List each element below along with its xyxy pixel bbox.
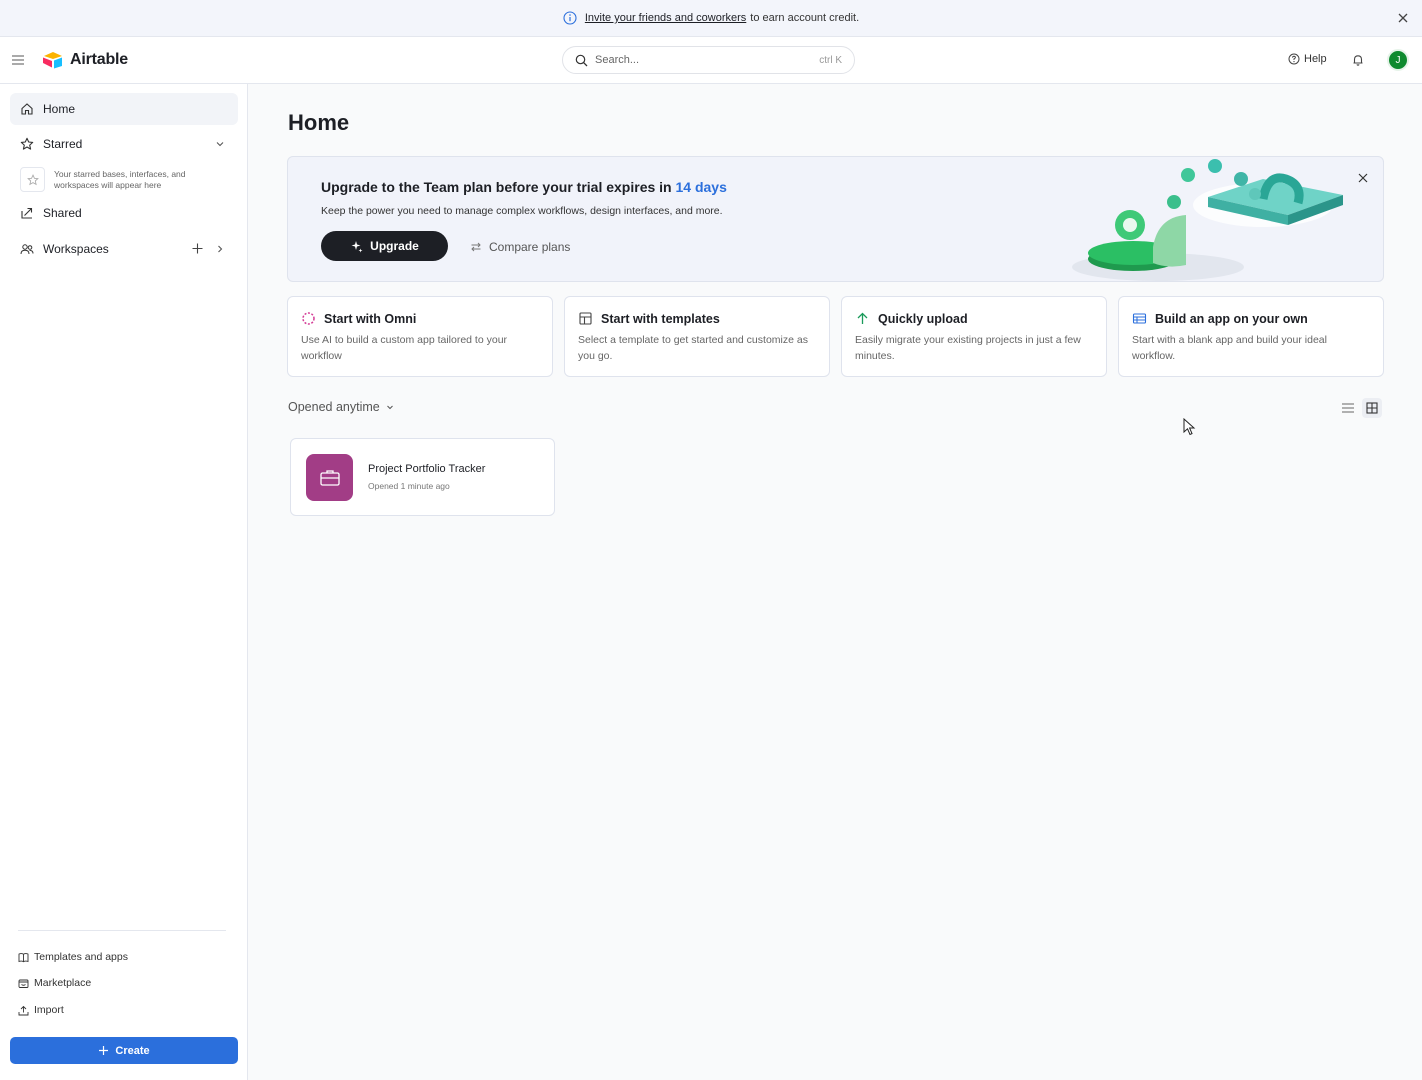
chevron-down-icon[interactable] bbox=[214, 138, 226, 150]
filter-label: Opened anytime bbox=[288, 400, 380, 414]
star-outline-icon bbox=[20, 167, 45, 192]
templates-label: Templates and apps bbox=[34, 951, 128, 963]
sidebar-item-shared[interactable]: Shared bbox=[10, 197, 238, 229]
create-button[interactable]: Create bbox=[10, 1037, 238, 1064]
brand-name: Airtable bbox=[70, 51, 128, 68]
grid-template-icon bbox=[578, 311, 593, 326]
sidebar-item-label: Starred bbox=[43, 137, 83, 151]
star-icon bbox=[20, 137, 34, 151]
card-title: Start with Omni bbox=[324, 311, 417, 326]
card-title: Quickly upload bbox=[878, 311, 968, 326]
share-icon bbox=[20, 206, 34, 220]
sidebar-item-label: Shared bbox=[43, 206, 82, 220]
starred-hint-text: Your starred bases, interfaces, and work… bbox=[54, 169, 186, 190]
upgrade-button-label: Upgrade bbox=[370, 239, 419, 253]
upgrade-illustration bbox=[1072, 159, 1343, 281]
notifications-bell-icon[interactable] bbox=[1351, 53, 1365, 67]
briefcase-icon bbox=[306, 454, 353, 501]
sidebar-item-label: Home bbox=[43, 102, 76, 116]
close-icon[interactable] bbox=[1396, 11, 1410, 25]
import-link[interactable]: Import bbox=[18, 1004, 64, 1016]
card-description: Select a template to get started and cus… bbox=[578, 334, 808, 362]
card-title: Build an app on your own bbox=[1155, 311, 1308, 326]
page-title: Home bbox=[288, 110, 350, 135]
base-opened-time: Opened 1 minute ago bbox=[368, 481, 450, 491]
home-icon bbox=[20, 102, 34, 116]
trial-days: 14 days bbox=[675, 179, 727, 195]
close-icon[interactable] bbox=[1357, 171, 1369, 183]
search-icon bbox=[575, 54, 588, 67]
people-icon bbox=[20, 242, 34, 256]
opened-anytime-filter[interactable]: Opened anytime bbox=[288, 400, 395, 414]
upgrade-title: Upgrade to the Team plan before your tri… bbox=[321, 179, 727, 195]
plus-icon[interactable] bbox=[191, 242, 204, 255]
marketplace-link[interactable]: Marketplace bbox=[18, 977, 91, 989]
card-description: Use AI to build a custom app tailored to… bbox=[301, 334, 508, 362]
upgrade-banner-card: Upgrade to the Team plan before your tri… bbox=[287, 156, 1384, 282]
list-view-icon[interactable] bbox=[1340, 400, 1356, 416]
compare-plans-label: Compare plans bbox=[489, 240, 571, 254]
sidebar-divider bbox=[18, 930, 226, 931]
upload-icon bbox=[18, 1005, 29, 1016]
invite-banner: Invite your friends and coworkers to ear… bbox=[0, 0, 1422, 37]
card-description: Start with a blank app and build your id… bbox=[1132, 334, 1327, 362]
invite-link[interactable]: Invite your friends and coworkers bbox=[585, 12, 746, 24]
chevron-right-icon[interactable] bbox=[214, 243, 226, 255]
info-icon bbox=[563, 11, 577, 25]
plus-icon bbox=[99, 1046, 109, 1055]
sidebar-item-workspaces[interactable]: Workspaces bbox=[10, 233, 238, 265]
airtable-logo[interactable]: Airtable bbox=[42, 51, 128, 69]
airtable-logo-icon bbox=[43, 52, 62, 69]
help-icon bbox=[1288, 53, 1300, 65]
sidebar-item-home[interactable]: Home bbox=[10, 93, 238, 125]
search-shortcut: ctrl K bbox=[819, 54, 842, 66]
upgrade-title-text: Upgrade to the Team plan before your tri… bbox=[321, 179, 672, 195]
sidebar: Home Starred Your starred bases, interfa… bbox=[0, 84, 248, 1080]
search-placeholder: Search... bbox=[595, 54, 640, 66]
arrow-up-icon bbox=[855, 311, 870, 326]
templates-and-apps-link[interactable]: Templates and apps bbox=[18, 951, 128, 963]
quickly-upload-card[interactable]: Quickly upload Easily migrate your exist… bbox=[841, 296, 1107, 377]
sidebar-item-starred[interactable]: Starred bbox=[10, 128, 238, 160]
user-avatar[interactable]: J bbox=[1387, 49, 1409, 71]
compare-arrows-icon bbox=[471, 242, 481, 252]
top-header: Airtable Search... ctrl K Help J bbox=[0, 37, 1422, 84]
sparkle-icon bbox=[351, 240, 363, 252]
hamburger-menu-icon[interactable] bbox=[11, 53, 25, 67]
banner-text: to earn account credit. bbox=[750, 12, 860, 24]
upgrade-button[interactable]: Upgrade bbox=[321, 231, 448, 261]
omni-sparkle-icon bbox=[301, 311, 316, 326]
start-with-templates-card[interactable]: Start with templates Select a template t… bbox=[564, 296, 830, 377]
sidebar-item-label: Workspaces bbox=[43, 242, 109, 256]
upgrade-subtitle: Keep the power you need to manage comple… bbox=[321, 205, 723, 217]
create-label: Create bbox=[115, 1044, 150, 1057]
card-description: Easily migrate your existing projects in… bbox=[855, 334, 1081, 362]
card-title: Start with templates bbox=[601, 311, 720, 326]
starred-empty-hint: Your starred bases, interfaces, and work… bbox=[20, 167, 230, 192]
search-input[interactable]: Search... ctrl K bbox=[562, 46, 855, 74]
help-label: Help bbox=[1304, 53, 1327, 65]
table-icon bbox=[1132, 311, 1147, 326]
mouse-cursor-icon bbox=[1183, 418, 1196, 436]
import-label: Import bbox=[34, 1004, 64, 1016]
compare-plans-button[interactable]: Compare plans bbox=[470, 240, 570, 254]
help-button[interactable]: Help bbox=[1288, 53, 1327, 65]
marketplace-icon bbox=[18, 978, 29, 989]
start-with-omni-card[interactable]: Start with Omni Use AI to build a custom… bbox=[287, 296, 553, 377]
book-icon bbox=[18, 952, 29, 963]
base-card[interactable]: Project Portfolio Tracker Opened 1 minut… bbox=[290, 438, 555, 516]
grid-view-icon[interactable] bbox=[1362, 398, 1382, 418]
chevron-down-icon bbox=[386, 405, 393, 410]
marketplace-label: Marketplace bbox=[34, 977, 92, 989]
base-name: Project Portfolio Tracker bbox=[368, 463, 486, 475]
build-app-card[interactable]: Build an app on your own Start with a bl… bbox=[1118, 296, 1384, 377]
